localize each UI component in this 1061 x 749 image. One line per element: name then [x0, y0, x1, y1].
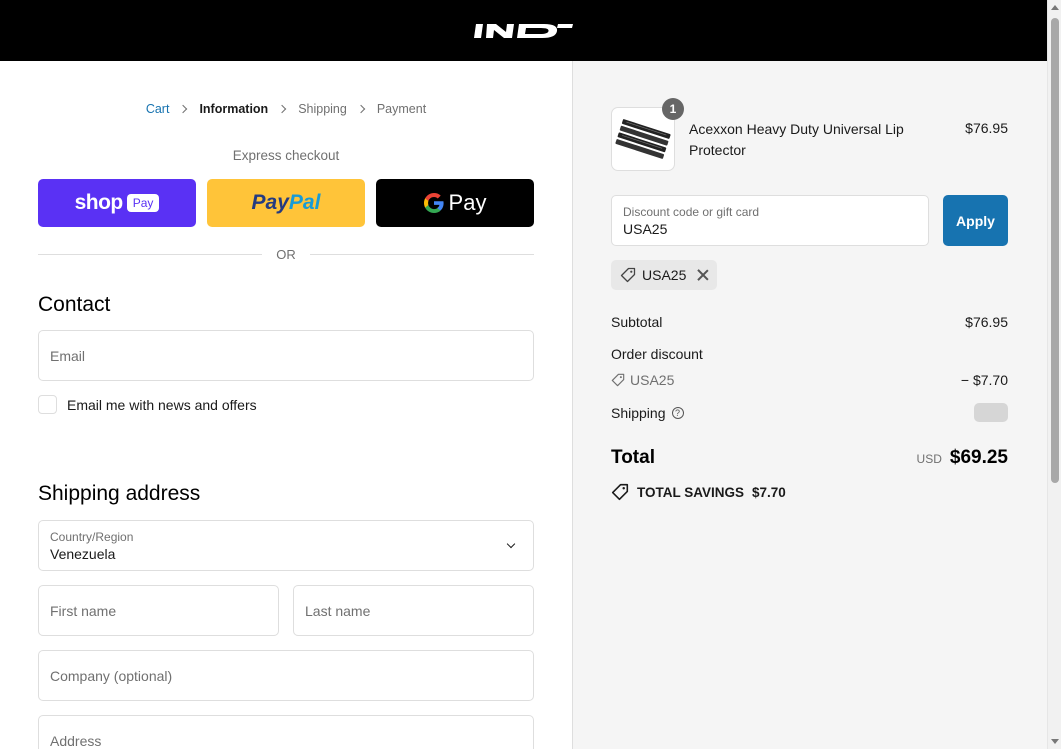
google-g-icon	[423, 193, 444, 213]
scroll-down-icon[interactable]	[1051, 739, 1059, 744]
product-thumbnail: 1	[611, 98, 684, 171]
order-summary: 1 Acexxon Heavy Duty Universal Lip Prote…	[572, 61, 1047, 749]
shipping-label-wrapper: Shipping ?	[611, 405, 684, 421]
country-select[interactable]: Country/Region Venezuela	[38, 520, 534, 571]
google-pay-text: Pay	[448, 190, 487, 215]
shop-pay-button[interactable]: shop Pay	[38, 179, 196, 227]
company-field[interactable]: Company (optional)	[38, 650, 534, 701]
express-checkout-title: Express checkout	[232, 148, 340, 163]
scroll-up-icon[interactable]	[1051, 5, 1059, 10]
order-discount-code: USA25	[630, 372, 675, 388]
divider-line	[38, 254, 263, 255]
breadcrumb-cart[interactable]: Cart	[146, 102, 170, 116]
logo-icon	[473, 23, 573, 38]
total-row: Total USD $69.25	[611, 447, 1008, 469]
shipping-row: Shipping ?	[611, 403, 1008, 422]
order-discount-code-row: USA25 − $7.70	[611, 372, 1008, 388]
shipping-value-placeholder	[974, 403, 1008, 422]
chevron-right-icon	[179, 104, 188, 114]
breadcrumb: Cart Information Shipping Payment	[0, 102, 572, 116]
divider-line	[309, 254, 534, 255]
subtotal-label: Subtotal	[611, 314, 663, 330]
close-icon[interactable]	[697, 269, 709, 281]
scroll-thumb[interactable]	[1051, 18, 1059, 483]
order-discount-label: Order discount	[611, 346, 703, 362]
paypal-button[interactable]: PayPal	[207, 179, 365, 227]
or-divider: OR	[38, 247, 534, 262]
newsletter-checkbox[interactable]	[38, 395, 57, 414]
order-discount-row: Order discount	[611, 346, 1008, 362]
apply-discount-button[interactable]: Apply	[943, 195, 1008, 246]
applied-discount-code: USA25	[642, 267, 687, 283]
newsletter-label[interactable]: Email me with news and offers	[67, 397, 257, 413]
shipping-address-title: Shipping address	[38, 482, 201, 505]
total-label: Total	[611, 447, 655, 468]
chevron-right-icon	[277, 104, 287, 114]
product-name: Acexxon Heavy Duty Universal Lip Protect…	[689, 121, 904, 158]
google-pay-button[interactable]: Pay	[376, 179, 534, 227]
product-price: $76.95	[965, 120, 1008, 136]
or-text: OR	[276, 247, 296, 262]
breadcrumb-payment: Payment	[376, 102, 427, 116]
page-scrollbar[interactable]	[1047, 0, 1061, 749]
address-placeholder: Address	[50, 732, 102, 749]
contact-title: Contact	[38, 293, 111, 316]
help-icon[interactable]: ?	[671, 406, 684, 419]
company-placeholder: Company (optional)	[50, 667, 173, 684]
discount-label: Discount code or gift card	[623, 205, 760, 219]
total-amount-wrapper: USD $69.25	[917, 447, 1008, 469]
order-discount-value: − $7.70	[960, 372, 1008, 388]
product-image	[615, 119, 671, 159]
applied-discount-chip: USA25	[611, 260, 717, 290]
address-field[interactable]: Address	[38, 715, 534, 749]
savings-label: TOTAL SAVINGS	[637, 484, 745, 500]
discount-code-field[interactable]: Discount code or gift card USA25	[611, 195, 929, 246]
subtotal-row: Subtotal $76.95	[611, 314, 1008, 330]
shop-pay-badge: Pay	[126, 194, 160, 212]
quantity-badge: 1	[662, 98, 684, 120]
last-name-placeholder: Last name	[305, 602, 371, 619]
savings-value: $7.70	[752, 484, 786, 500]
brand-logo[interactable]	[473, 20, 574, 42]
order-discount-code-wrapper: USA25	[611, 372, 674, 388]
currency-code: USD	[916, 452, 942, 466]
chevron-right-icon	[356, 104, 366, 114]
total-amount: $69.25	[949, 447, 1008, 468]
paypal-logo: PayPal	[251, 191, 321, 214]
country-label: Country/Region	[50, 530, 134, 544]
first-name-placeholder: First name	[50, 602, 117, 619]
newsletter-option[interactable]: Email me with news and offers	[38, 395, 257, 414]
checkout-form-column: Cart Information Shipping Payment Expres…	[0, 61, 572, 749]
first-name-field[interactable]: First name	[38, 585, 279, 636]
breadcrumb-information: Information	[199, 102, 269, 116]
country-value: Venezuela	[50, 546, 116, 562]
chevron-down-icon	[506, 539, 516, 549]
shop-pay-logo-text: shop	[74, 191, 124, 214]
tag-icon	[611, 483, 629, 501]
discount-value: USA25	[623, 221, 668, 237]
tag-icon	[611, 373, 625, 387]
site-header	[0, 0, 1047, 61]
shipping-label: Shipping	[611, 404, 666, 421]
email-field[interactable]: Email	[38, 330, 534, 381]
tag-icon	[620, 267, 636, 283]
last-name-field[interactable]: Last name	[293, 585, 534, 636]
breadcrumb-shipping: Shipping	[298, 102, 347, 116]
email-placeholder: Email	[50, 347, 86, 364]
subtotal-value: $76.95	[965, 314, 1008, 330]
total-savings: TOTAL SAVINGS $7.70	[611, 483, 786, 501]
